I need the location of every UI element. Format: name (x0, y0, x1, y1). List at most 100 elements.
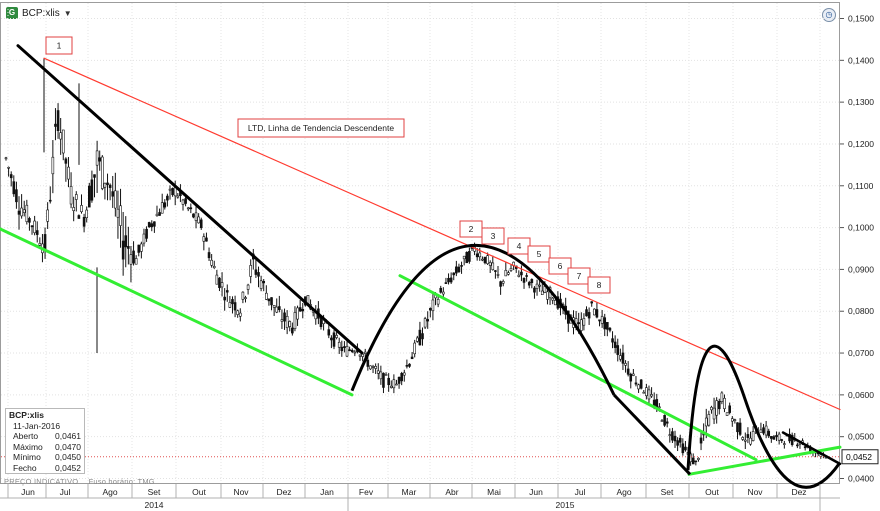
candle (590, 301, 594, 307)
candle (205, 232, 208, 242)
candle (212, 260, 216, 269)
candle (639, 379, 643, 390)
annotation-label: 5 (527, 245, 551, 263)
candle (246, 283, 250, 295)
svg-text:8: 8 (597, 280, 602, 290)
annotation-label: 3 (481, 227, 505, 245)
candle (733, 418, 737, 424)
candle (582, 313, 586, 331)
candle (301, 302, 305, 319)
candle (90, 170, 94, 203)
info-row-open: Aberto 0,0461 (9, 431, 81, 442)
candle (494, 270, 497, 279)
y-tick-label: 0,1000 (848, 223, 874, 233)
candle (392, 374, 396, 394)
x-tick-label: Nov (747, 487, 763, 497)
candle (540, 283, 544, 295)
candle (642, 390, 646, 394)
candle (395, 379, 398, 386)
candle (280, 309, 284, 329)
candle (501, 279, 505, 287)
candle (426, 311, 430, 329)
candle (155, 205, 159, 217)
last-price-label: 0,0452 (846, 452, 872, 462)
candle (197, 213, 200, 224)
candle (9, 171, 13, 187)
candle (751, 426, 755, 442)
candle (650, 387, 653, 398)
x-tick-label: Dez (276, 487, 291, 497)
candle (413, 339, 416, 358)
candle (46, 202, 49, 229)
timezone-label: Fuso horário: TMG (88, 477, 155, 486)
candle (340, 340, 344, 357)
candle (608, 326, 612, 333)
candle (252, 248, 255, 270)
x-tick-label: Fev (359, 487, 374, 497)
info-date: 11-Jan-2016 (13, 420, 61, 431)
candle (777, 431, 781, 445)
candle (199, 217, 203, 230)
candle (238, 308, 242, 322)
info-row-low: Mínimo 0,0450 (9, 452, 81, 463)
candle (241, 291, 245, 304)
candle (189, 203, 193, 214)
x-year-label: 2014 (145, 500, 164, 510)
candle (116, 190, 120, 239)
candle (231, 296, 234, 314)
candle (452, 272, 456, 281)
candle (35, 221, 39, 243)
candle (168, 185, 172, 200)
candle (142, 228, 146, 247)
candle (663, 414, 666, 427)
candle (645, 383, 648, 400)
candle (132, 241, 135, 266)
candle (54, 108, 57, 141)
candle (379, 365, 383, 385)
candle (465, 251, 469, 264)
candle (153, 221, 156, 233)
x-tick-label: Mai (487, 487, 501, 497)
candle (668, 428, 672, 443)
candle (803, 445, 807, 451)
candle (720, 391, 724, 405)
candle (533, 286, 536, 299)
candle (74, 191, 78, 212)
candle (51, 140, 55, 194)
info-row-close: Fecho 0,0452 (9, 463, 81, 474)
candle (25, 199, 29, 225)
candle (624, 360, 627, 373)
candle (134, 255, 138, 265)
x-tick-label: Mar (402, 487, 417, 497)
annotation-label: 7 (567, 267, 591, 285)
x-tick-label: Set (661, 487, 674, 497)
candle (145, 226, 148, 242)
candle (278, 295, 281, 313)
x-tick-label: Out (192, 487, 206, 497)
candle (163, 199, 167, 210)
candle (647, 385, 651, 405)
candle (382, 372, 385, 394)
info-row-high: Máximo 0,0470 (9, 442, 81, 453)
candle (358, 354, 362, 361)
candle (119, 188, 122, 248)
candle (215, 269, 219, 285)
candle (507, 270, 510, 276)
candle (488, 260, 492, 273)
ohlc-info-panel: BCP:xlis 11-Jan-2016 Aberto 0,0461 Máxim… (5, 408, 85, 474)
candle (350, 348, 354, 354)
candle (455, 260, 458, 277)
candle (634, 376, 638, 387)
candle (408, 363, 411, 368)
candle (127, 226, 130, 265)
candle (509, 264, 513, 272)
support-line (398, 274, 758, 462)
candle (405, 359, 409, 369)
candle (103, 182, 107, 200)
candle (384, 372, 388, 376)
candle (684, 440, 687, 452)
y-tick-label: 0,0800 (848, 306, 874, 316)
candle (93, 174, 96, 198)
candle (267, 298, 271, 306)
candle (80, 194, 83, 214)
